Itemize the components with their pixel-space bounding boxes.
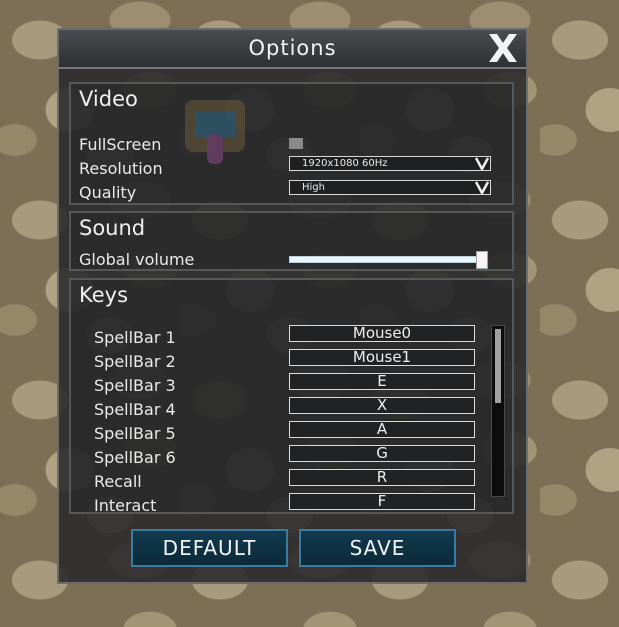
keybind-action: SpellBar 4 <box>94 400 176 419</box>
close-button[interactable] <box>484 30 522 66</box>
title-bar: Options <box>59 30 526 69</box>
resolution-dropdown[interactable]: 1920x1080 60Hz <box>289 156 491 171</box>
volume-slider-handle[interactable] <box>476 251 488 269</box>
close-x-icon <box>489 34 517 62</box>
chevron-down-icon <box>475 181 489 194</box>
window-title: Options <box>248 36 337 60</box>
keys-section: Keys SpellBar 1 Mouse0 SpellBar 2 Mouse1… <box>69 278 514 514</box>
keybind-action: SpellBar 1 <box>94 328 176 347</box>
volume-slider[interactable] <box>289 256 486 263</box>
keybind-field[interactable]: E <box>289 373 475 390</box>
keybind-field[interactable]: A <box>289 421 475 438</box>
options-window: Options Video FullScreen Resolution 1920… <box>57 28 528 584</box>
keybind-field[interactable]: X <box>289 397 475 414</box>
keybind-field[interactable]: Mouse0 <box>289 325 475 342</box>
keybind-field[interactable]: F <box>289 493 475 510</box>
fullscreen-checkbox[interactable] <box>289 138 303 149</box>
video-section: Video FullScreen Resolution 1920x1080 60… <box>69 82 514 205</box>
keybind-action: SpellBar 5 <box>94 424 176 443</box>
keybind-field[interactable]: G <box>289 445 475 462</box>
resolution-value: 1920x1080 60Hz <box>302 158 388 169</box>
keybind-action: SpellBar 6 <box>94 448 176 467</box>
sound-title: Sound <box>79 216 146 240</box>
video-title: Video <box>79 87 138 111</box>
save-button[interactable]: SAVE <box>299 529 456 567</box>
keybind-action: SpellBar 3 <box>94 376 176 395</box>
quality-label: Quality <box>79 183 137 202</box>
keys-title: Keys <box>79 283 129 307</box>
keybind-field[interactable]: R <box>289 469 475 486</box>
volume-label: Global volume <box>79 250 195 269</box>
chevron-down-icon <box>475 157 489 170</box>
sound-section: Sound Global volume <box>69 211 514 271</box>
resolution-label: Resolution <box>79 159 163 178</box>
quality-dropdown[interactable]: High <box>289 180 491 195</box>
keybind-field[interactable]: Mouse1 <box>289 349 475 366</box>
keybind-action: Recall <box>94 472 142 491</box>
keys-scrollbar[interactable] <box>491 325 505 497</box>
fullscreen-label: FullScreen <box>79 135 162 154</box>
keybind-action: SpellBar 2 <box>94 352 176 371</box>
scrollbar-thumb[interactable] <box>495 329 501 403</box>
chest-watermark <box>181 94 251 178</box>
default-button[interactable]: DEFAULT <box>131 529 288 567</box>
keybind-action: Interact <box>94 496 157 514</box>
quality-value: High <box>302 182 325 193</box>
